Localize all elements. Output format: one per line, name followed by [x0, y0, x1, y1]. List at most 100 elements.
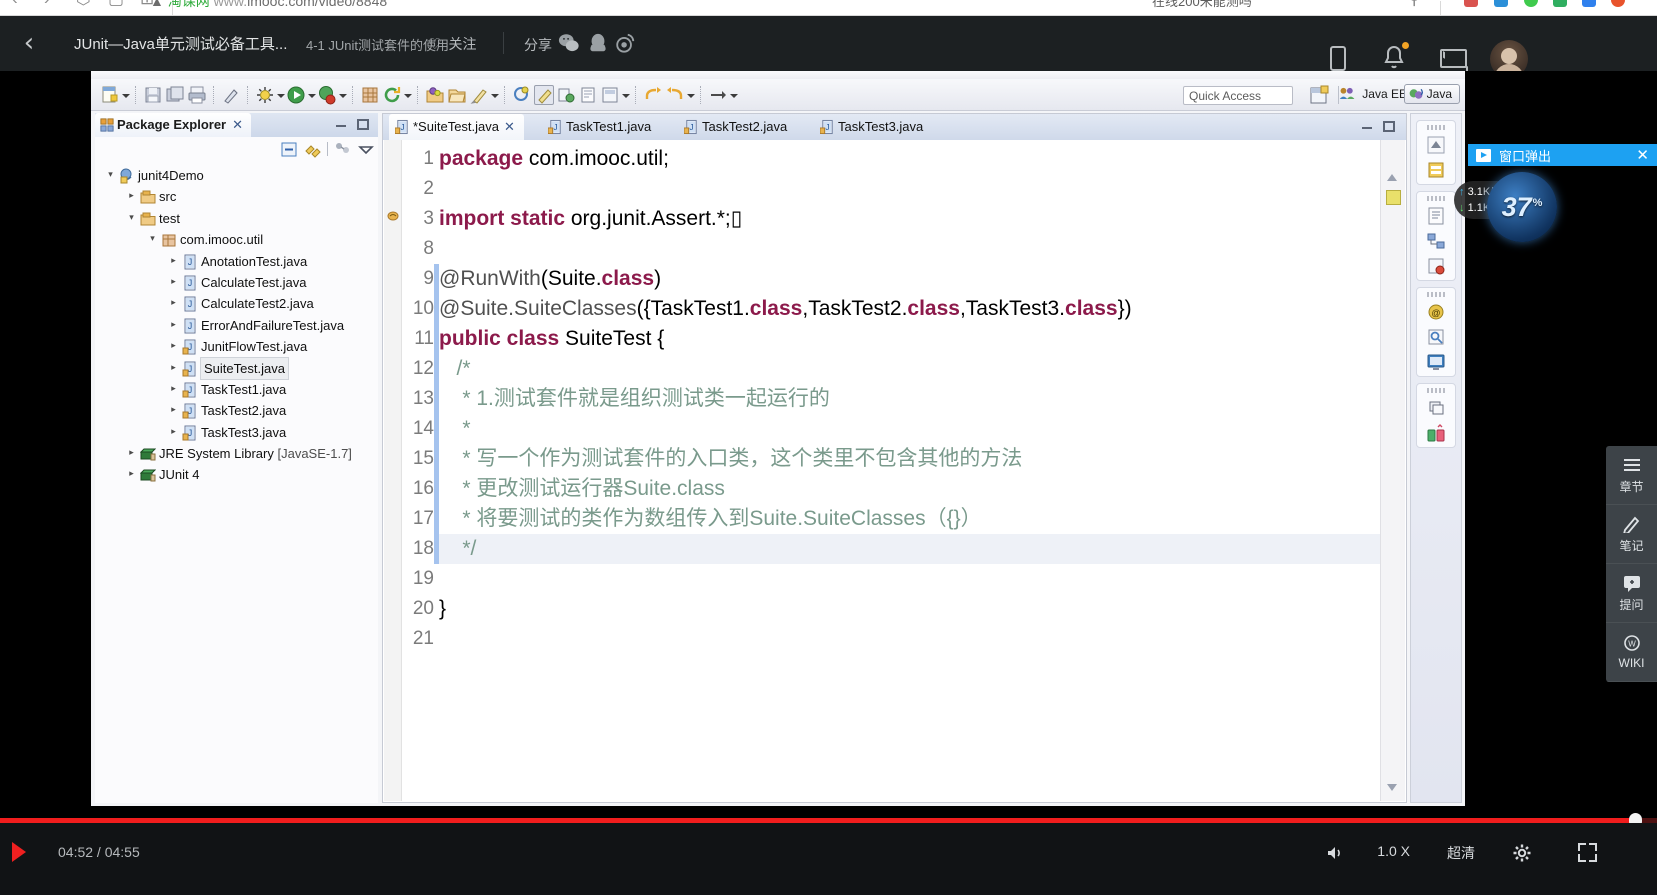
next-annotation-icon[interactable] — [556, 85, 576, 105]
extension-icon-2[interactable] — [1494, 0, 1508, 7]
tree-expand-arrow[interactable]: ▸ — [168, 358, 179, 379]
tree-expand-arrow[interactable]: ▸ — [168, 315, 179, 336]
drag-handle-4[interactable] — [1427, 388, 1445, 393]
toggle-markoccurrences-icon[interactable] — [512, 85, 532, 105]
problems-view-icon[interactable] — [1426, 256, 1446, 276]
last-edit-dropdown[interactable] — [621, 85, 630, 105]
snippets-view-icon[interactable] — [1426, 398, 1446, 418]
external-tools-dropdown[interactable] — [403, 85, 412, 105]
maximize-panel-button[interactable] — [356, 118, 370, 131]
scroll-down-icon[interactable] — [1384, 779, 1400, 795]
previous-annotation-icon[interactable] — [578, 85, 598, 105]
view-menu-icon[interactable] — [334, 141, 351, 158]
save-icon[interactable] — [143, 85, 163, 105]
save-all-icon[interactable] — [165, 85, 185, 105]
minimize-editor-button[interactable] — [1360, 120, 1374, 133]
eclipse-menu-bar[interactable] — [91, 71, 1465, 79]
declaration-view-icon[interactable] — [1426, 327, 1446, 347]
search-dropdown[interactable] — [490, 85, 499, 105]
forward-icon[interactable] — [665, 85, 685, 105]
maximize-editor-button[interactable] — [1382, 120, 1396, 133]
close-icon[interactable]: ✕ — [1636, 146, 1649, 164]
editor-tab-tasktest1-java[interactable]: J TaskTest1.java — [542, 114, 660, 140]
tree-item-tasktest2-java[interactable]: ▸ J TaskTest2.java — [95, 400, 378, 421]
drag-handle[interactable] — [1427, 125, 1445, 130]
extension-icon-5[interactable] — [1582, 0, 1596, 7]
message-mail-icon[interactable] — [1440, 49, 1467, 68]
print-icon[interactable] — [187, 85, 207, 105]
tree-item-tasktest1-java[interactable]: ▸ J TaskTest1.java — [95, 379, 378, 400]
play-button[interactable] — [10, 842, 28, 862]
browser-forward-icon[interactable]: › — [44, 0, 50, 7]
servers-view-icon[interactable] — [1426, 160, 1446, 180]
scroll-up-arrow-icon[interactable] — [1426, 135, 1446, 155]
package-explorer-view-icon[interactable] — [1426, 206, 1446, 226]
collapse-all-icon[interactable] — [281, 141, 298, 158]
video-quality-button[interactable]: 超清 — [1447, 843, 1475, 863]
tree-item-junit-4[interactable]: ▸ JUnit 4 — [95, 464, 378, 485]
extension-icon-3[interactable] — [1524, 0, 1538, 7]
tree-expand-arrow[interactable]: ▸ — [168, 293, 179, 314]
package-explorer-tree[interactable]: ▾ junit4Demo ▸ src ▾ test ▾ com.imooc.util ▸ J Ano… — [95, 161, 378, 803]
course-title[interactable]: JUnit—Java单元测试必备工具... — [74, 33, 287, 54]
perspective-java-ee-button[interactable]: Java EE — [1338, 86, 1407, 101]
coverage-dropdown[interactable] — [338, 85, 347, 105]
forward-dropdown[interactable] — [686, 85, 695, 105]
window-popout-button[interactable]: 窗口弹出 ✕ — [1468, 144, 1657, 166]
tree-expand-arrow[interactable]: ▾ — [126, 208, 137, 229]
tree-item-test[interactable]: ▾ test — [95, 208, 378, 229]
console-view-icon[interactable] — [1426, 352, 1446, 372]
tree-item-calculatetest2-java[interactable]: ▸ J CalculateTest2.java — [95, 293, 378, 314]
settings-gear-icon[interactable] — [1512, 843, 1532, 863]
fullscreen-icon[interactable] — [1578, 843, 1597, 862]
drag-handle-3[interactable] — [1427, 292, 1445, 297]
view-dropdown-icon[interactable] — [357, 141, 374, 158]
tree-expand-arrow[interactable]: ▸ — [126, 443, 137, 464]
tree-item-junitflowtest-java[interactable]: ▸ J JunitFlowTest.java — [95, 336, 378, 357]
drag-handle-2[interactable] — [1427, 196, 1445, 201]
javadoc-view-icon[interactable]: @ — [1426, 302, 1446, 322]
open-type-icon[interactable] — [425, 85, 445, 105]
tree-item-jre-system-library[interactable]: ▸ JRE System Library [JavaSE-1.7] — [95, 443, 378, 464]
new-wizard-dropdown[interactable] — [121, 85, 130, 105]
browser-shield-icon[interactable]: ⬡ — [76, 0, 91, 7]
tree-item-calculatetest-java[interactable]: ▸ J CalculateTest.java — [95, 272, 378, 293]
browser-other-tab-title[interactable]: 在线200米能测吗 — [1152, 0, 1252, 10]
tree-item-errorandfailuretest-java[interactable]: ▸ J ErrorAndFailureTest.java — [95, 315, 378, 336]
editor-tab-tasktest2-java[interactable]: J TaskTest2.java — [678, 114, 796, 140]
back-icon[interactable] — [643, 85, 663, 105]
close-icon[interactable]: ✕ — [232, 118, 243, 133]
editor-tab--suitetest-java[interactable]: J *SuiteTest.java ✕ — [389, 114, 524, 140]
browser-reader-icon[interactable]: ▢ — [108, 0, 124, 7]
tree-item-src[interactable]: ▸ src — [95, 186, 378, 207]
editor-annotation-gutter[interactable] — [384, 140, 402, 801]
scroll-up-icon[interactable] — [1384, 170, 1400, 186]
side-menu-item-提问[interactable]: 提问 — [1606, 564, 1657, 623]
extension-icon-6[interactable] — [1611, 0, 1625, 7]
tree-expand-arrow[interactable]: ▾ — [105, 165, 116, 186]
tree-item-com-imooc-util[interactable]: ▾ com.imooc.util — [95, 229, 378, 250]
playback-speed-button[interactable]: 1.0 X — [1377, 843, 1410, 859]
mobile-icon[interactable] — [1330, 46, 1346, 71]
tree-expand-arrow[interactable]: ▸ — [168, 251, 179, 272]
perspective-java-button[interactable]: Java — [1403, 84, 1460, 104]
close-icon[interactable]: ✕ — [504, 120, 515, 135]
back-button[interactable]: ‹ — [16, 30, 42, 56]
tree-expand-arrow[interactable]: ▸ — [168, 422, 179, 443]
weibo-share-icon[interactable] — [614, 32, 636, 54]
run-icon[interactable] — [286, 85, 306, 105]
browser-address-bar[interactable]: ▲ 淘课网 www.imooc.com/video/8848 — [150, 0, 387, 11]
junit-view-icon[interactable] — [1426, 423, 1446, 443]
side-menu-item-章节[interactable]: 章节 — [1606, 446, 1657, 505]
tree-expand-arrow[interactable]: ▾ — [147, 229, 158, 250]
follow-button[interactable]: ♡ 关注 — [428, 34, 476, 54]
quick-fix-icon[interactable] — [221, 85, 241, 105]
outline-view-icon[interactable] — [1426, 231, 1446, 251]
editor-tab-tasktest3-java[interactable]: J TaskTest3.java — [814, 114, 932, 140]
tree-expand-arrow[interactable]: ▸ — [168, 272, 179, 293]
overview-marker[interactable] — [1386, 190, 1401, 205]
last-edit-location-icon[interactable] — [600, 85, 620, 105]
open-perspective-icon[interactable] — [1309, 85, 1331, 106]
notification-bell-icon[interactable] — [1382, 45, 1406, 71]
tree-expand-arrow[interactable]: ▸ — [168, 379, 179, 400]
